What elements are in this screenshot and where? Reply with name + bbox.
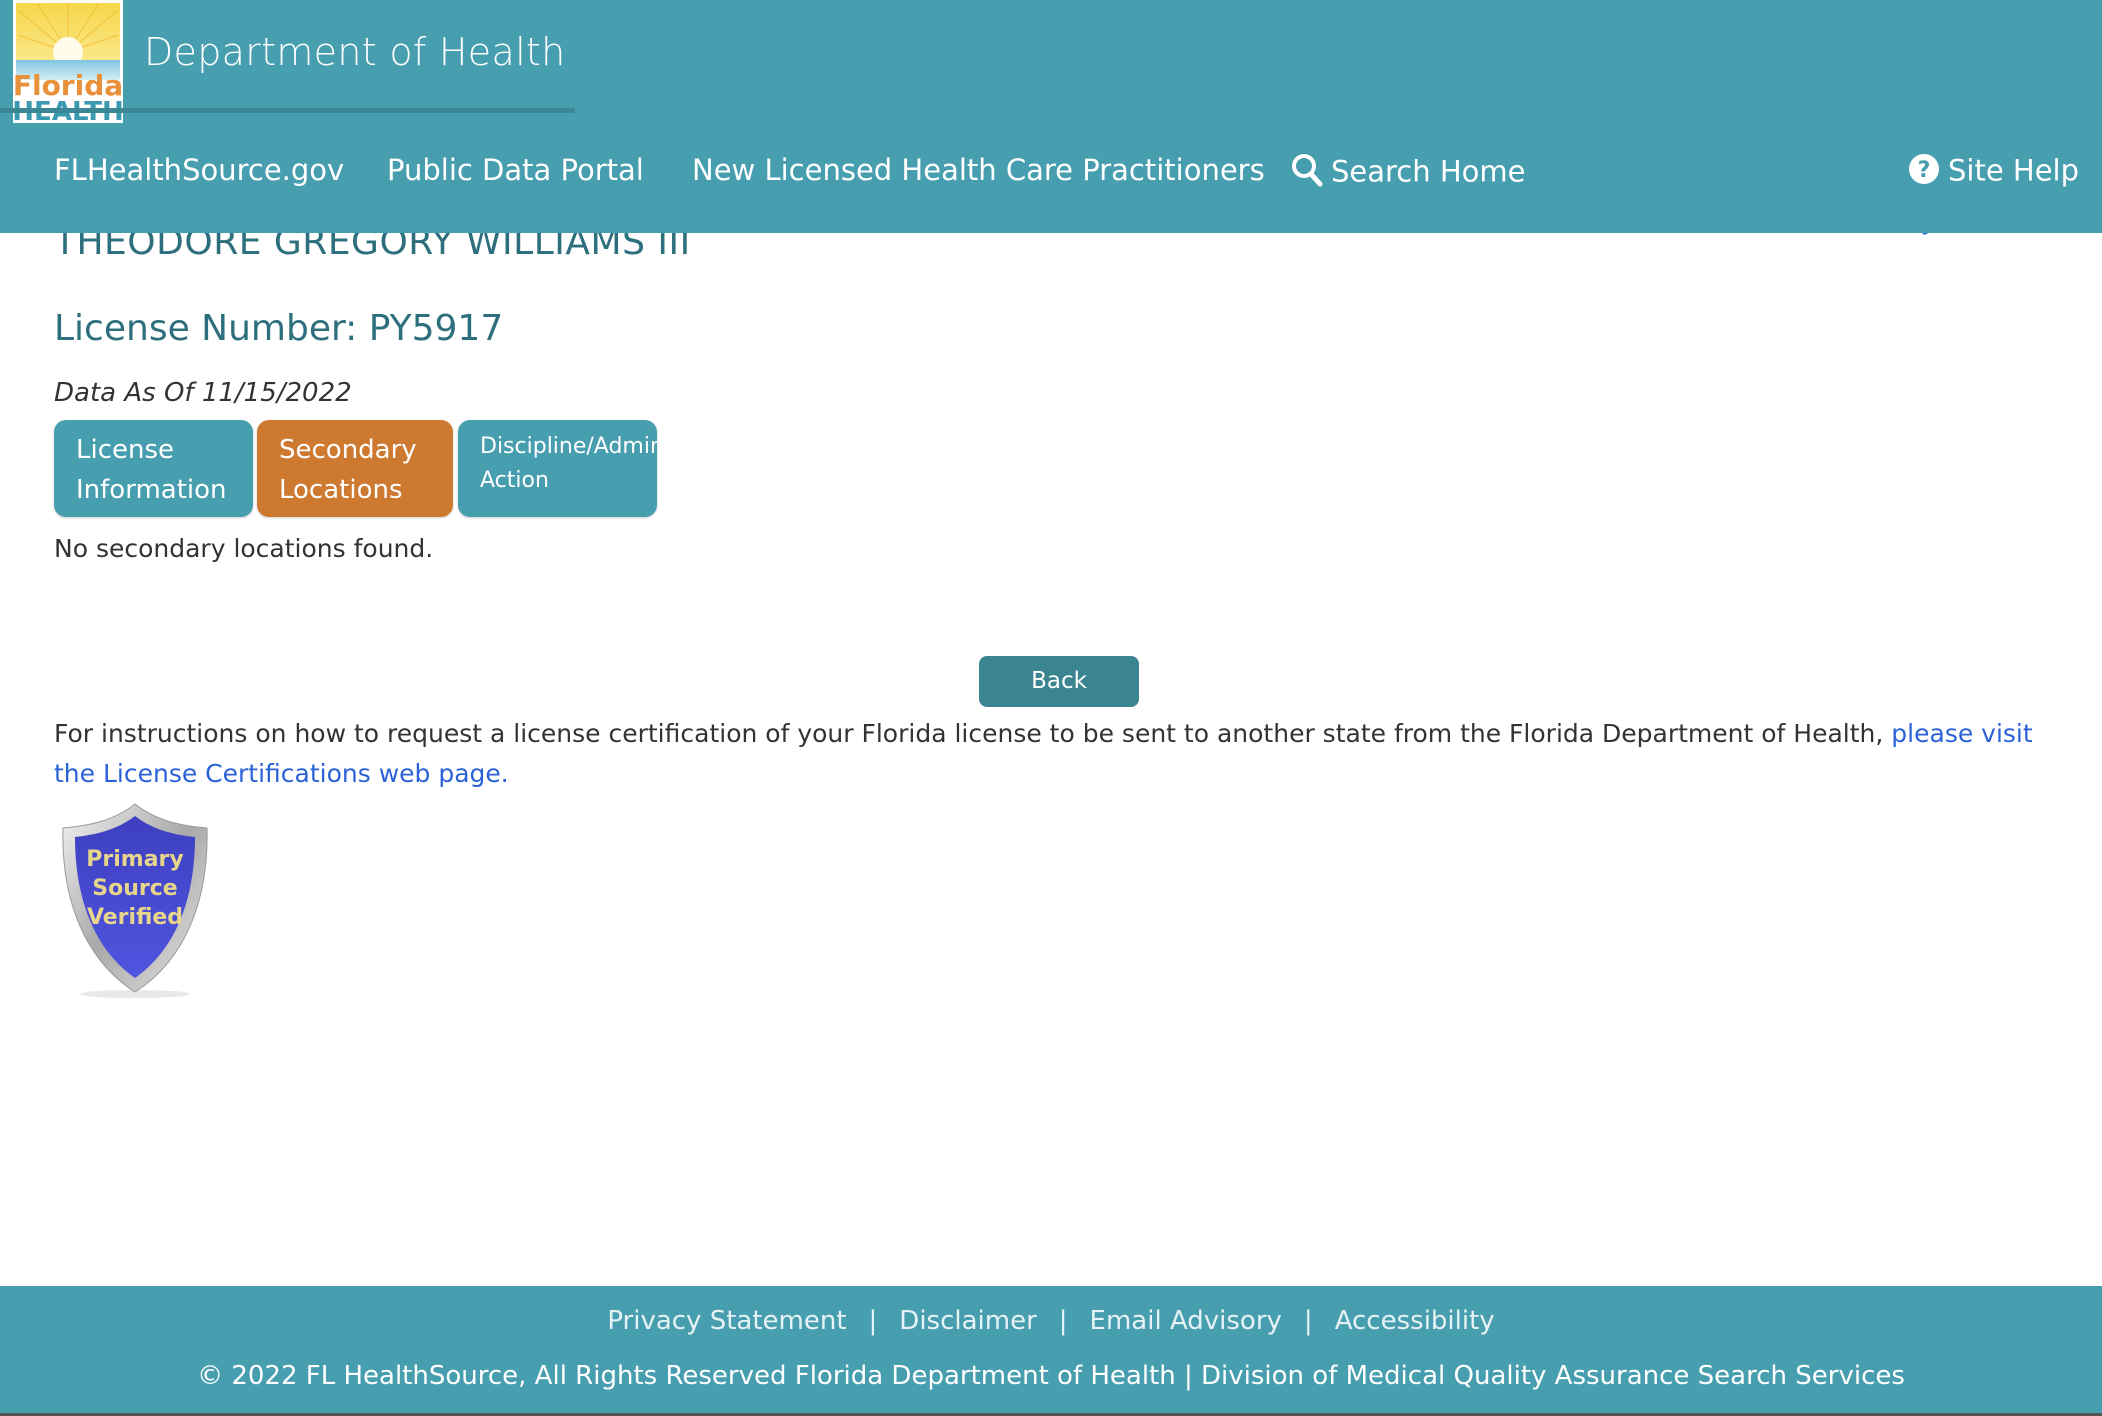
tab-label-line1: License xyxy=(76,435,175,465)
license-number: License Number: PY5917 xyxy=(54,308,504,349)
svg-text:Source: Source xyxy=(92,876,177,901)
tab-discipline-admin-action[interactable]: Discipline/Admin Action xyxy=(458,420,664,517)
nav-new-licensed-practitioners[interactable]: New Licensed Health Care Practitioners xyxy=(692,153,1265,187)
instructions-text: For instructions on how to request a lic… xyxy=(54,719,1892,748)
footer-separator: | xyxy=(868,1306,878,1336)
primary-source-verified-badge: Primary Source Verified xyxy=(55,800,215,1000)
tab-label-line1: Secondary xyxy=(279,435,417,465)
site-title: Department of Health xyxy=(144,30,566,74)
nav-search-home-label: Search Home xyxy=(1331,154,1526,189)
shield-icon: Primary Source Verified xyxy=(62,803,208,998)
florida-health-logo[interactable]: Florida HEALTH xyxy=(12,0,124,127)
footer-separator: | xyxy=(1058,1306,1068,1336)
data-as-of: Data As Of 11/15/2022 xyxy=(54,378,352,408)
question-circle-icon: ? xyxy=(1908,153,1940,192)
tab-license-information[interactable]: License Information xyxy=(54,420,253,517)
nav-public-data-portal[interactable]: Public Data Portal xyxy=(387,153,644,187)
tab-label-line2: Information xyxy=(76,475,227,505)
nav-site-help-label: Site Help xyxy=(1948,153,2080,188)
footer-link-accessibility[interactable]: Accessibility xyxy=(1335,1306,1495,1336)
nav-site-help[interactable]: ? Site Help xyxy=(1908,153,2079,192)
footer-link-disclaimer[interactable]: Disclaimer xyxy=(899,1306,1036,1336)
certification-instructions: For instructions on how to request a lic… xyxy=(54,714,2054,794)
tab-label-line2: Action xyxy=(480,468,549,493)
site-header: Florida HEALTH Department of Health FLHe… xyxy=(0,0,2102,233)
tab-label-line1: Discipline/Admin xyxy=(480,434,664,459)
header-divider xyxy=(0,108,575,113)
logo-graphic: Florida HEALTH xyxy=(12,3,124,127)
back-button[interactable]: Back xyxy=(979,656,1139,707)
svg-text:Primary: Primary xyxy=(86,847,183,872)
nav-flhealthsource[interactable]: FLHealthSource.gov xyxy=(54,153,344,187)
footer-link-email-advisory[interactable]: Email Advisory xyxy=(1090,1306,1282,1336)
footer-copyright: © 2022 FL HealthSource, All Rights Reser… xyxy=(197,1361,1905,1391)
footer-link-privacy[interactable]: Privacy Statement xyxy=(607,1306,846,1336)
tab-label-line2: Locations xyxy=(279,475,403,505)
footer-separator: | xyxy=(1303,1306,1313,1336)
search-icon xyxy=(1291,153,1323,194)
footer-links: Privacy Statement | Disclaimer | Email Advis… xyxy=(0,1306,2102,1336)
tab-secondary-locations[interactable]: Secondary Locations xyxy=(257,420,453,517)
nav-search-home[interactable]: Search Home xyxy=(1291,153,1526,194)
svg-text:Verified: Verified xyxy=(87,905,183,930)
tab-content-message: No secondary locations found. xyxy=(54,534,434,563)
svg-text:?: ? xyxy=(1918,158,1931,183)
